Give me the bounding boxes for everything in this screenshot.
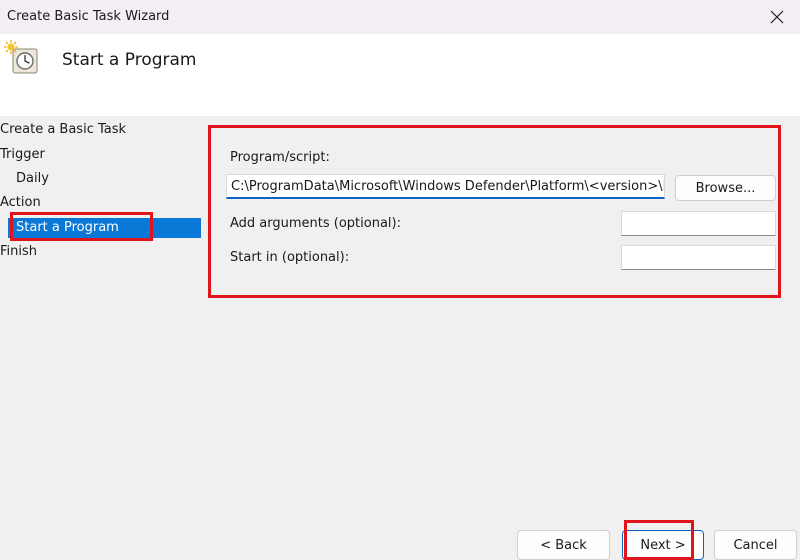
wizard-steps-nav: Create a Basic Task Trigger Daily Action… xyxy=(0,116,210,416)
close-icon xyxy=(770,10,784,24)
close-button[interactable] xyxy=(754,0,800,34)
nav-item-daily[interactable]: Daily xyxy=(0,169,49,189)
wizard-header: Start a Program xyxy=(0,34,800,116)
add-arguments-input[interactable] xyxy=(621,211,776,236)
browse-button[interactable]: Browse... xyxy=(675,175,776,201)
back-button[interactable]: < Back xyxy=(517,530,610,560)
task-scheduler-clock-icon xyxy=(4,40,38,74)
nav-item-create-basic-task[interactable]: Create a Basic Task xyxy=(0,120,126,140)
program-script-label: Program/script: xyxy=(230,150,330,165)
nav-item-action[interactable]: Action xyxy=(0,193,41,213)
title-bar: Create Basic Task Wizard xyxy=(0,0,800,34)
program-script-input[interactable]: C:\ProgramData\Microsoft\Windows Defende… xyxy=(226,174,665,199)
cancel-button[interactable]: Cancel xyxy=(714,530,797,560)
nav-item-start-a-program[interactable]: Start a Program xyxy=(8,218,201,238)
nav-item-trigger[interactable]: Trigger xyxy=(0,145,45,165)
nav-item-finish[interactable]: Finish xyxy=(0,242,37,262)
start-in-input[interactable] xyxy=(621,245,776,270)
page-title: Start a Program xyxy=(62,50,197,70)
window-title: Create Basic Task Wizard xyxy=(7,9,170,24)
add-arguments-label: Add arguments (optional): xyxy=(230,216,401,231)
next-button[interactable]: Next > xyxy=(622,530,704,560)
start-in-label: Start in (optional): xyxy=(230,250,350,265)
